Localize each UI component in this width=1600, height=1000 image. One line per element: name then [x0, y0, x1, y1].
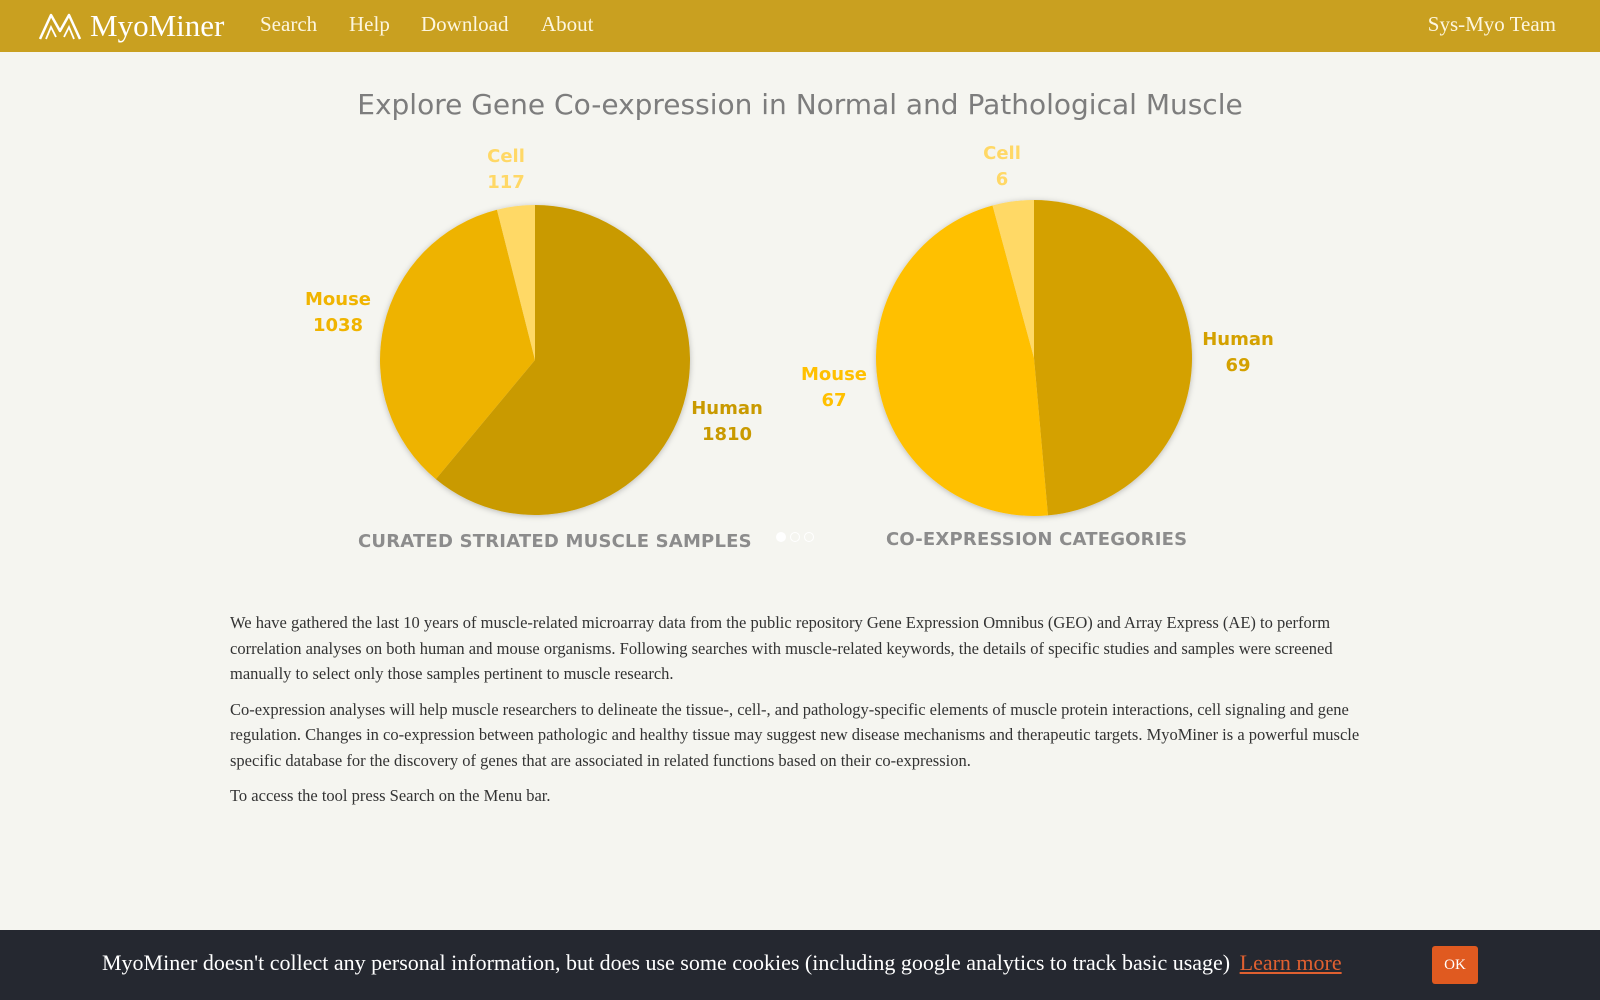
pie-chart-categories: Human 69 Mouse 67 Cell 6	[801, 143, 1274, 516]
pie-value-cell: 6	[996, 169, 1009, 190]
cookie-message: MyoMiner doesn't collect any personal in…	[102, 950, 1342, 976]
pie-value-cell: 117	[487, 172, 525, 193]
pie-chart-samples: Human 1810 Mouse 1038 Cell 117	[305, 146, 763, 515]
cookie-text: MyoMiner doesn't collect any personal in…	[102, 950, 1231, 975]
page-headline: Explore Gene Co-expression in Normal and…	[357, 88, 1243, 121]
brand-name: MyoMiner	[90, 8, 225, 43]
sys-myo-team-link[interactable]: Sys-Myo Team	[1428, 12, 1556, 37]
cookie-consent-bar: MyoMiner doesn't collect any personal in…	[0, 930, 1600, 1000]
pie-label-mouse: Mouse	[801, 364, 867, 385]
top-navbar: MyoMiner Search Help Download About Sys-…	[0, 0, 1600, 52]
pie-value-human: 69	[1225, 355, 1250, 376]
chart-caption-categories: CO-EXPRESSION CATEGORIES	[886, 529, 1188, 550]
learn-more-link[interactable]: Learn more	[1240, 950, 1342, 975]
intro-paragraph-2: Co-expression analyses will help muscle …	[230, 699, 1360, 770]
pie-label-cell: Cell	[487, 146, 525, 167]
pie-value-mouse: 67	[821, 390, 846, 411]
cookie-ok-button[interactable]: OK	[1432, 946, 1478, 984]
nav-search-link[interactable]: Search	[260, 12, 317, 37]
intro-paragraph-3: To access the tool press Search on the M…	[230, 786, 551, 805]
nav-download-link[interactable]: Download	[421, 12, 509, 37]
carousel-dot-1[interactable]	[776, 532, 786, 542]
nav-about-link[interactable]: About	[541, 12, 594, 37]
brand-home-link[interactable]: MyoMiner	[38, 0, 224, 52]
nav-help-link[interactable]: Help	[349, 12, 390, 37]
pie-value-mouse: 1038	[313, 315, 363, 336]
pie-slice-human[interactable]	[1034, 200, 1192, 516]
pie-value-human: 1810	[702, 424, 752, 445]
intro-paragraph-1: We have gathered the last 10 years of mu…	[230, 613, 1333, 683]
chart-caption-samples: CURATED STRIATED MUSCLE SAMPLES	[358, 531, 752, 552]
pie-label-human: Human	[1202, 329, 1274, 350]
pie-label-human: Human	[691, 398, 763, 419]
pie-label-cell: Cell	[983, 143, 1021, 164]
pie-label-mouse: Mouse	[305, 289, 371, 310]
myominer-logo-icon	[38, 13, 82, 40]
intro-text: We have gathered the last 10 years of mu…	[230, 610, 1370, 819]
